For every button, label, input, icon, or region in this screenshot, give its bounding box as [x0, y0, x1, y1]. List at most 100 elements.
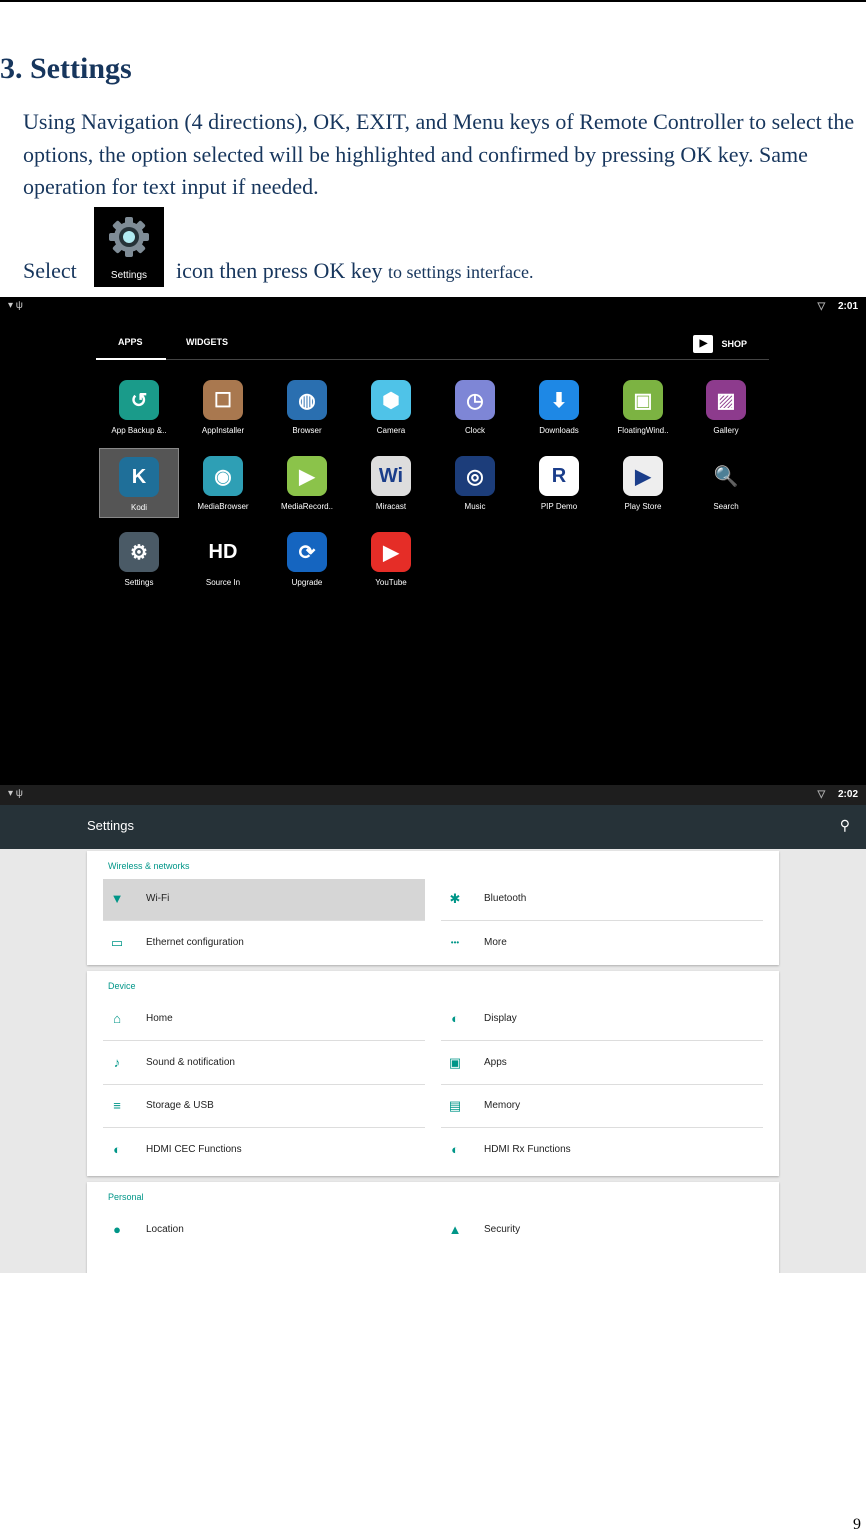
shopping-bag-icon: ▶	[693, 335, 714, 353]
app-item[interactable]: ⬢ Camera	[351, 372, 431, 442]
app-item[interactable]: ◉ MediaBrowser	[183, 448, 263, 518]
app-label: Music	[464, 502, 486, 511]
settings-item-label: Sound & notification	[146, 1056, 235, 1068]
app-item[interactable]: ▨ Gallery	[686, 372, 766, 442]
settings-item[interactable]: ▭ Ethernet configuration	[103, 923, 425, 965]
settings-item[interactable]: ≡ Storage & USB	[103, 1086, 425, 1128]
after-icon-small: to settings interface.	[388, 262, 534, 282]
settings-item-label: Wi-Fi	[146, 893, 170, 904]
after-icon-main: icon then press OK key	[176, 258, 383, 283]
app-label: YouTube	[375, 578, 407, 587]
memory-icon: ▤	[448, 1098, 462, 1113]
wifi-icon: ▼	[110, 891, 124, 906]
settings-item[interactable]: ••• More	[441, 923, 763, 965]
shop-button[interactable]: ▶ SHOP	[693, 335, 747, 353]
hdmi-icon: HD	[203, 532, 243, 572]
section-heading: 3. Settings	[0, 52, 132, 85]
page-number: 9	[853, 1516, 861, 1533]
search-icon: 🔍	[706, 456, 746, 496]
tab-widgets[interactable]: WIDGETS	[186, 337, 228, 347]
apps-screenshot: ▾ ψ ▽ 2:01 APPS WIDGETS ▶ SHOP ↺ App Back…	[0, 297, 866, 785]
settings-item[interactable]: ● Location	[103, 1210, 425, 1252]
settings-item[interactable]: ▤ Memory	[441, 1086, 763, 1128]
app-item[interactable]: ▶ Play Store	[603, 448, 683, 518]
laptop-icon: ▭	[110, 934, 124, 950]
settings-item[interactable]: ◐ HDMI CEC Functions	[103, 1130, 425, 1172]
app-item[interactable]: ◍ Browser	[267, 372, 347, 442]
app-label: Play Store	[624, 502, 662, 511]
app-label: Camera	[376, 426, 406, 435]
select-text: Select	[23, 258, 77, 283]
upgrade-icon: ⟳	[287, 532, 327, 572]
top-rule	[0, 0, 866, 2]
mediabrowser-icon: ◉	[203, 456, 243, 496]
android-icon: ▣	[448, 1054, 462, 1070]
settings-title: Settings	[87, 818, 134, 833]
settings-item-label: Memory	[484, 1100, 521, 1111]
app-label: Kodi	[130, 503, 147, 512]
tab-apps[interactable]: APPS	[96, 337, 166, 360]
playstore-icon: ▶	[623, 456, 663, 496]
location-icon: ●	[113, 1222, 121, 1237]
app-item[interactable]: ▣ FloatingWind..	[603, 372, 683, 442]
app-item[interactable]: ▶ YouTube	[351, 524, 431, 594]
settings-item[interactable]: ✱ Bluetooth	[441, 879, 763, 921]
status-bar: ▾ ψ ▽ 2:02	[0, 785, 866, 805]
apps-tabs: APPS WIDGETS ▶ SHOP	[96, 329, 769, 360]
app-label: Gallery	[713, 426, 739, 435]
app-label: FloatingWind..	[617, 426, 669, 435]
app-item[interactable]: ◎ Music	[435, 448, 515, 518]
app-label: Browser	[292, 426, 322, 435]
bluetooth-icon: ✱	[449, 891, 461, 906]
settings-item-label: Display	[484, 1013, 517, 1024]
settings-item[interactable]: ♪ Sound & notification	[103, 1043, 425, 1085]
app-label: PIP Demo	[540, 502, 578, 511]
settings-item[interactable]: ▣ Apps	[441, 1043, 763, 1085]
clock-icon: ◷	[455, 380, 495, 420]
app-item[interactable]: ⟳ Upgrade	[267, 524, 347, 594]
kodi-icon: K	[119, 457, 159, 497]
home-icon: ⌂	[113, 1011, 121, 1026]
status-right: ▽ 2:01	[818, 301, 859, 312]
camera-icon: ⬢	[371, 380, 411, 420]
settings-item-label: Home	[146, 1013, 173, 1024]
settings-item[interactable]: ◐ Display	[441, 999, 763, 1041]
display-icon: ◐	[451, 1011, 459, 1026]
app-item[interactable]: ⬇ Downloads	[519, 372, 599, 442]
settings-screenshot: ▾ ψ ▽ 2:02 Settings ⚲ Wireless & network…	[0, 785, 866, 1273]
app-item[interactable]: ☐ AppInstaller	[183, 372, 263, 442]
app-label: MediaRecord..	[280, 502, 334, 511]
app-item[interactable]: R PIP Demo	[519, 448, 599, 518]
settings-item-label: Ethernet configuration	[146, 936, 244, 948]
app-item[interactable]: HD Source In	[183, 524, 263, 594]
app-item[interactable]: ◷ Clock	[435, 372, 515, 442]
search-icon[interactable]: ⚲	[840, 817, 850, 834]
clock-time: 2:01	[837, 301, 858, 312]
settings-item-label: HDMI Rx Functions	[484, 1143, 571, 1155]
settings-item[interactable]: ⌂ Home	[103, 999, 425, 1041]
app-item[interactable]: ▶ MediaRecord..	[267, 448, 347, 518]
downloads-icon: ⬇	[539, 380, 579, 420]
storage-icon: ≡	[113, 1098, 121, 1113]
settings-item[interactable]: ▼ Wi-Fi	[103, 879, 425, 921]
gallery-icon: ▨	[706, 380, 746, 420]
app-item[interactable]: Wi Miracast	[351, 448, 431, 518]
settings-item[interactable]: ◐ HDMI Rx Functions	[441, 1130, 763, 1172]
miracast-icon: Wi	[371, 456, 411, 496]
settings-item[interactable]: ▲ Security	[441, 1210, 763, 1252]
more-icon: •••	[450, 937, 460, 947]
app-item[interactable]: ↺ App Backup &..	[99, 372, 179, 442]
backup-icon: ↺	[119, 380, 159, 420]
settings-item-label: Apps	[484, 1056, 507, 1068]
notification-icons: ▾ ψ	[8, 300, 23, 311]
app-label: Source In	[205, 578, 241, 587]
app-item[interactable]: ⚙ Settings	[99, 524, 179, 594]
hdmi-cec-icon: ◐	[113, 1141, 121, 1157]
app-item[interactable]: 🔍 Search	[686, 448, 766, 518]
clock-time: 2:02	[837, 789, 858, 800]
app-item[interactable]: K Kodi	[99, 448, 179, 518]
settings-section: Device ⌂ Home ◐ Display ♪ Sound & notification…	[87, 971, 779, 1176]
inline-icon-label: Settings	[110, 270, 148, 281]
app-label: Miracast	[375, 502, 407, 511]
app-label: AppInstaller	[201, 426, 245, 435]
